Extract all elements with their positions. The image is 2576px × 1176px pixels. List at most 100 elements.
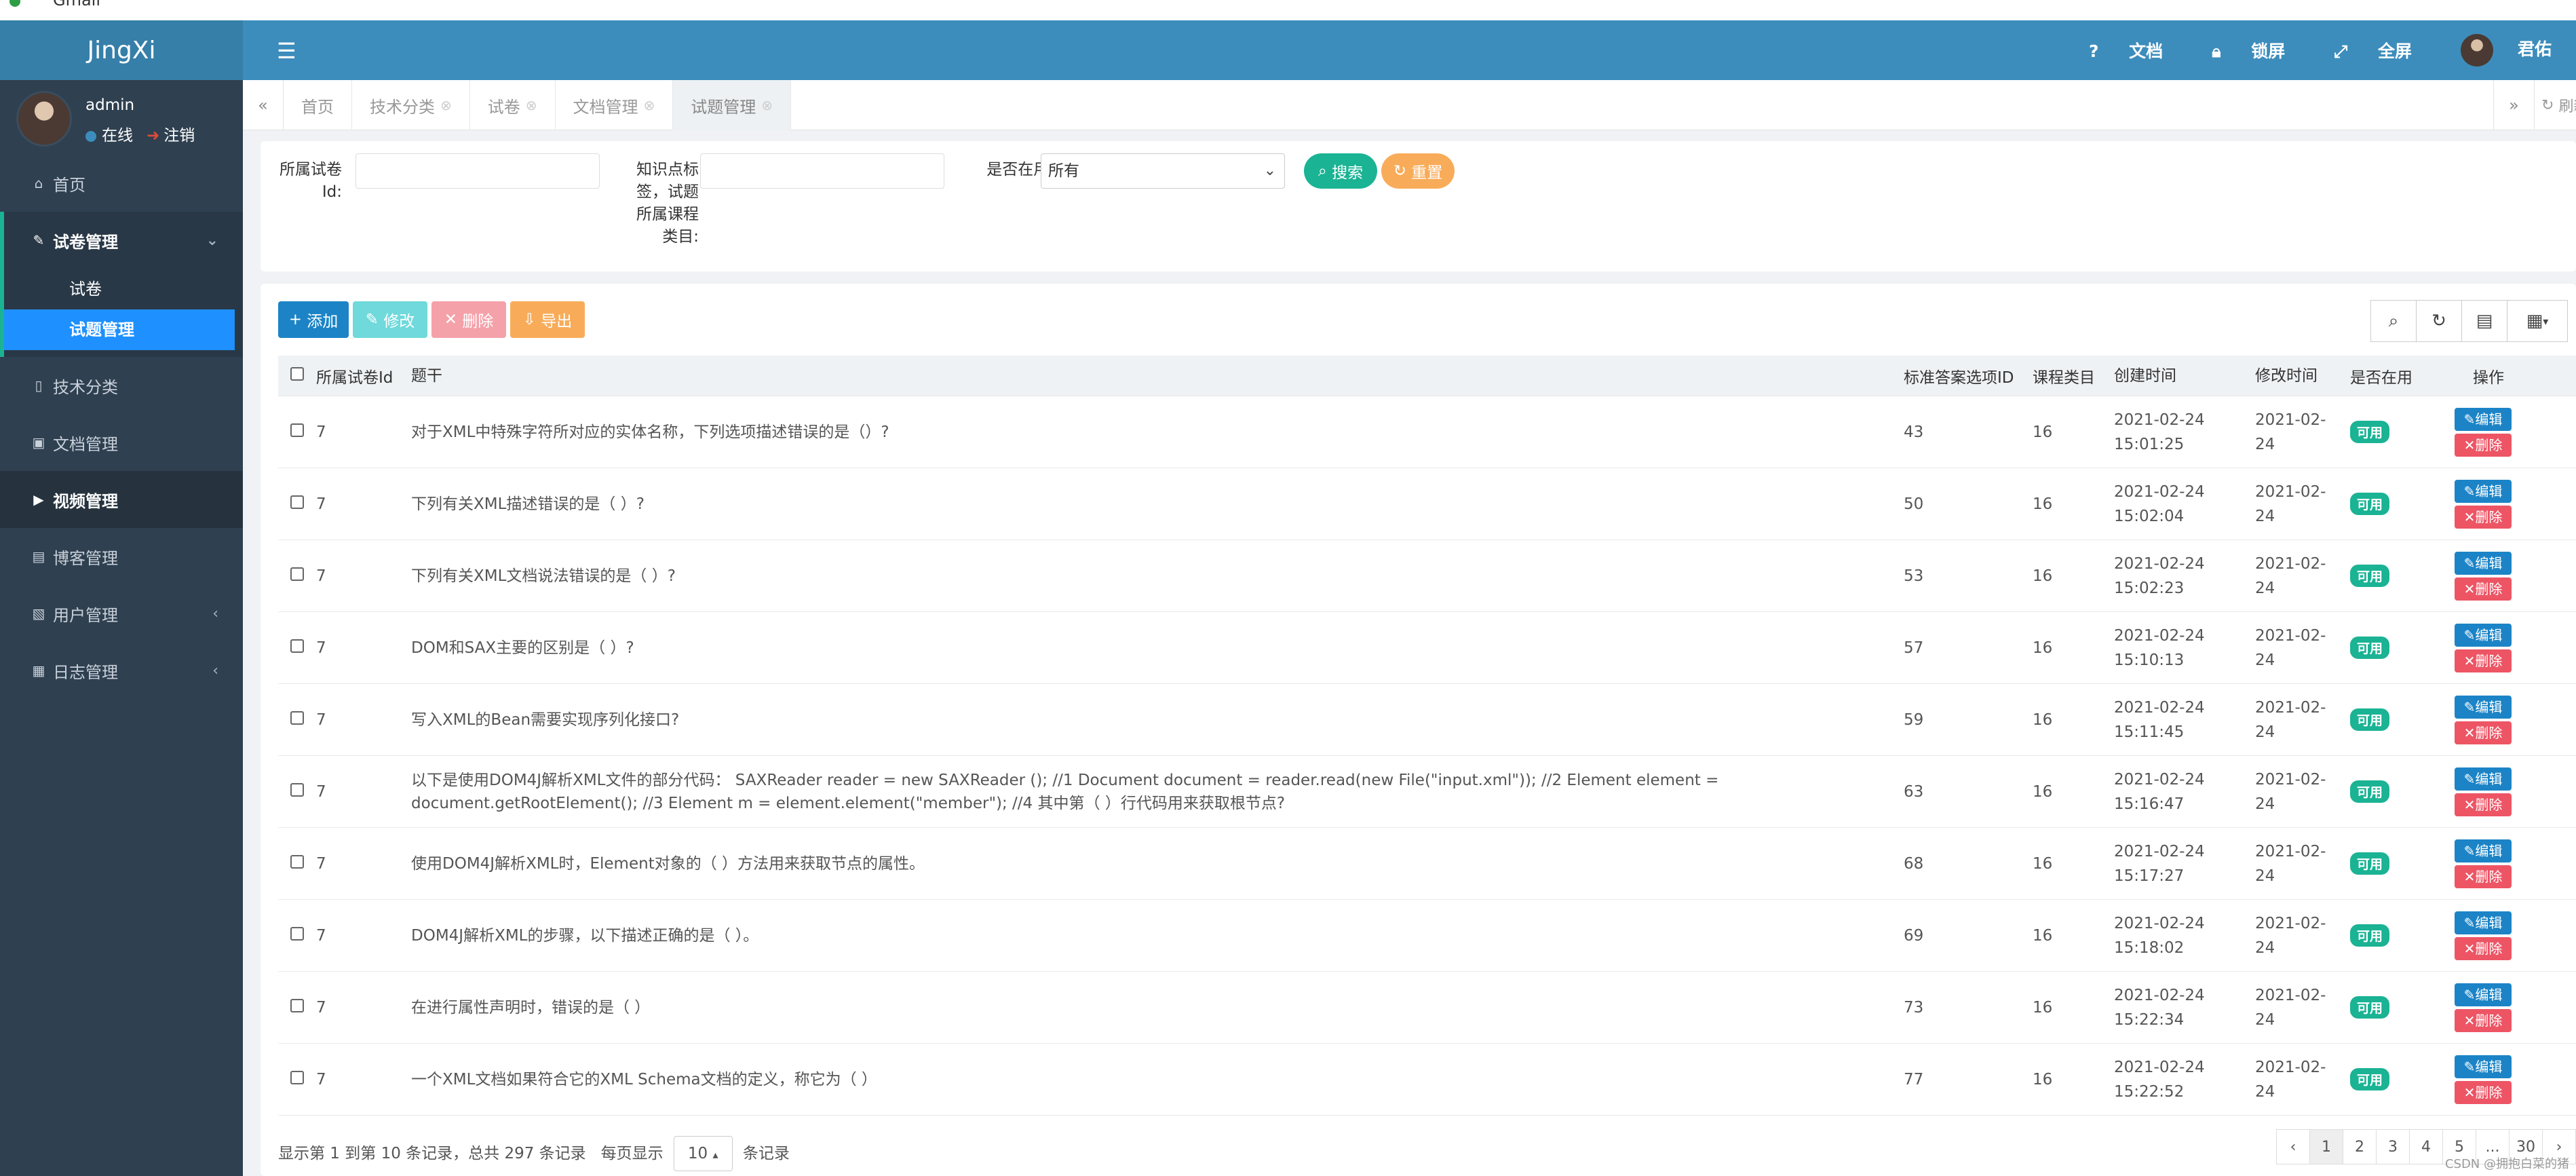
col-header[interactable]: 标准答案选项ID — [1904, 364, 2033, 387]
row-delete-button[interactable]: ✕删除 — [2455, 1008, 2512, 1032]
col-header[interactable]: 是否在用 — [2350, 364, 2455, 387]
add-button[interactable]: + 添加 — [278, 301, 349, 338]
tabs-scroll-left-icon[interactable]: « — [243, 80, 284, 130]
page-size-select[interactable]: 10 ▴ — [673, 1136, 733, 1171]
prev-page-button[interactable]: ‹ — [2276, 1129, 2310, 1164]
cell-question: 使用DOM4J解析XML时，Element对象的（ ）方法用来获取节点的属性。 — [411, 854, 925, 873]
row-checkbox[interactable] — [278, 926, 316, 945]
row-edit-button[interactable]: ✎编辑 — [2455, 1055, 2512, 1078]
export-button[interactable]: ⇩ 导出 — [510, 301, 585, 338]
page-button[interactable]: 4 — [2409, 1129, 2443, 1164]
toggle-view-button[interactable]: ▤ — [2461, 300, 2507, 342]
tabs-scroll-right-icon[interactable]: » — [2493, 80, 2534, 130]
columns-button[interactable]: ▦ ▾ — [2507, 300, 2568, 342]
page-button[interactable]: 1 — [2309, 1129, 2343, 1164]
row-edit-button[interactable]: ✎编辑 — [2455, 479, 2512, 503]
in-use-label: 是否在用: — [986, 161, 1054, 178]
col-header[interactable]: 创建时间 — [2114, 364, 2255, 388]
menu-toggle-icon[interactable]: ☰ — [277, 38, 296, 64]
close-icon[interactable]: ⊗ — [526, 97, 537, 113]
cell-category: 16 — [2033, 567, 2053, 585]
submenu-paper-management: 试卷 试题管理 — [0, 269, 243, 357]
col-header[interactable]: 修改时间 — [2255, 364, 2350, 388]
sidebar-item-video-management[interactable]: ▶ 视频管理 — [0, 471, 243, 528]
row-delete-button[interactable]: ✕删除 — [2455, 433, 2512, 457]
docs-link[interactable]: ? 文档 — [2089, 38, 2187, 62]
avatar[interactable] — [16, 91, 72, 147]
close-icon[interactable]: ⊗ — [761, 97, 773, 113]
close-icon[interactable]: ⊗ — [440, 97, 452, 113]
row-checkbox[interactable] — [278, 495, 316, 513]
row-delete-button[interactable]: ✕删除 — [2455, 865, 2512, 888]
row-edit-button[interactable]: ✎编辑 — [2455, 551, 2512, 575]
row-delete-button[interactable]: ✕删除 — [2455, 649, 2512, 672]
col-header[interactable]: 题干 — [411, 364, 1904, 387]
row-delete-button[interactable]: ✕删除 — [2455, 505, 2512, 529]
row-delete-button[interactable]: ✕删除 — [2455, 577, 2512, 601]
created-date: 2021-02-24 — [2114, 770, 2205, 789]
row-delete-button[interactable]: ✕删除 — [2455, 721, 2512, 744]
tab-papers[interactable]: 试卷 ⊗ — [470, 80, 556, 130]
sidebar-item-user-management[interactable]: ▧ 用户管理 ‹ — [0, 585, 243, 642]
table-row: 7 在进行属性声明时，错误的是（ ） 73 16 2021-02-24 15:22:34 2… — [278, 972, 2576, 1044]
sidebar-item-paper-management[interactable]: ✎ 试卷管理 ⌄ — [0, 212, 243, 269]
sidebar-item-label: 试卷管理 — [53, 232, 118, 252]
sidebar-item-home[interactable]: ⌂ 首页 — [0, 155, 243, 212]
logout-icon[interactable]: ➜ — [147, 127, 159, 145]
reset-button[interactable]: ↻ 重置 — [1381, 153, 1455, 189]
tags-input[interactable] — [700, 153, 944, 189]
row-checkbox[interactable] — [278, 854, 316, 873]
page-button[interactable]: 2 — [2343, 1129, 2377, 1164]
paper-id-input[interactable] — [355, 153, 600, 189]
logout-link[interactable]: 注销 — [164, 127, 195, 145]
sidebar-item-blog-management[interactable]: ▤ 博客管理 — [0, 528, 243, 585]
sidebar-subitem-question-management[interactable]: 试题管理 — [4, 309, 235, 350]
row-checkbox[interactable] — [278, 567, 316, 585]
row-edit-button[interactable]: ✎编辑 — [2455, 911, 2512, 934]
refresh-table-button[interactable]: ↻ — [2416, 300, 2462, 342]
fullscreen-link[interactable]: ⤢ 全屏 — [2334, 38, 2436, 62]
row-checkbox[interactable] — [278, 710, 316, 729]
edit-button[interactable]: ✎ 修改 — [353, 301, 427, 338]
status-badge: 可用 — [2350, 852, 2390, 875]
col-header[interactable]: 所属试卷Id — [316, 364, 411, 387]
in-use-select[interactable]: 所有 ⌄ — [1041, 153, 1285, 189]
delete-button[interactable]: ✕ 删除 — [431, 301, 506, 338]
row-edit-button[interactable]: ✎编辑 — [2455, 695, 2512, 719]
row-checkbox[interactable] — [278, 782, 316, 801]
sidebar-subitem-papers[interactable]: 试卷 — [4, 269, 235, 309]
app-logo[interactable]: JingXi — [0, 20, 243, 80]
tab-question-management[interactable]: 试题管理 ⊗ — [673, 80, 792, 130]
row-delete-button[interactable]: ✕删除 — [2455, 1080, 2512, 1104]
sidebar-item-log-management[interactable]: ▦ 日志管理 ‹ — [0, 642, 243, 699]
col-header[interactable]: 课程类目 — [2033, 364, 2114, 387]
sidebar-item-tech-category[interactable]: ▯ 技术分类 — [0, 357, 243, 414]
row-checkbox[interactable] — [278, 1070, 316, 1088]
account-menu[interactable]: 君佑 — [2460, 34, 2576, 67]
select-all-checkbox[interactable] — [278, 366, 316, 385]
row-edit-button[interactable]: ✎编辑 — [2455, 407, 2512, 431]
search-icon: ⌕ — [1318, 162, 1327, 180]
tab-tech-category[interactable]: 技术分类 ⊗ — [352, 80, 470, 130]
row-checkbox[interactable] — [278, 998, 316, 1017]
tab-refresh-button[interactable]: ↻ 刷新 — [2534, 80, 2576, 130]
toggle-search-button[interactable]: ⌕ — [2370, 300, 2417, 342]
row-edit-button[interactable]: ✎编辑 — [2455, 623, 2512, 647]
row-edit-button[interactable]: ✎编辑 — [2455, 983, 2512, 1006]
modified-day: 24 — [2255, 579, 2275, 597]
page-button[interactable]: 3 — [2376, 1129, 2410, 1164]
search-button[interactable]: ⌕ 搜索 — [1304, 153, 1377, 189]
row-checkbox[interactable] — [278, 423, 316, 441]
close-icon[interactable]: ⊗ — [644, 97, 655, 113]
created-date: 2021-02-24 — [2114, 626, 2205, 645]
sidebar-item-doc-management[interactable]: ▣ 文档管理 — [0, 414, 243, 471]
tab-doc-management[interactable]: 文档管理 ⊗ — [556, 80, 674, 130]
tab-home[interactable]: 首页 — [284, 80, 352, 130]
row-edit-button[interactable]: ✎编辑 — [2455, 767, 2512, 791]
modified-date: 2021-02- — [2255, 482, 2326, 501]
lock-screen-link[interactable]: 🔒︎ 锁屏 — [2212, 38, 2309, 62]
row-delete-button[interactable]: ✕删除 — [2455, 936, 2512, 960]
row-delete-button[interactable]: ✕删除 — [2455, 793, 2512, 816]
row-edit-button[interactable]: ✎编辑 — [2455, 839, 2512, 862]
row-checkbox[interactable] — [278, 639, 316, 657]
